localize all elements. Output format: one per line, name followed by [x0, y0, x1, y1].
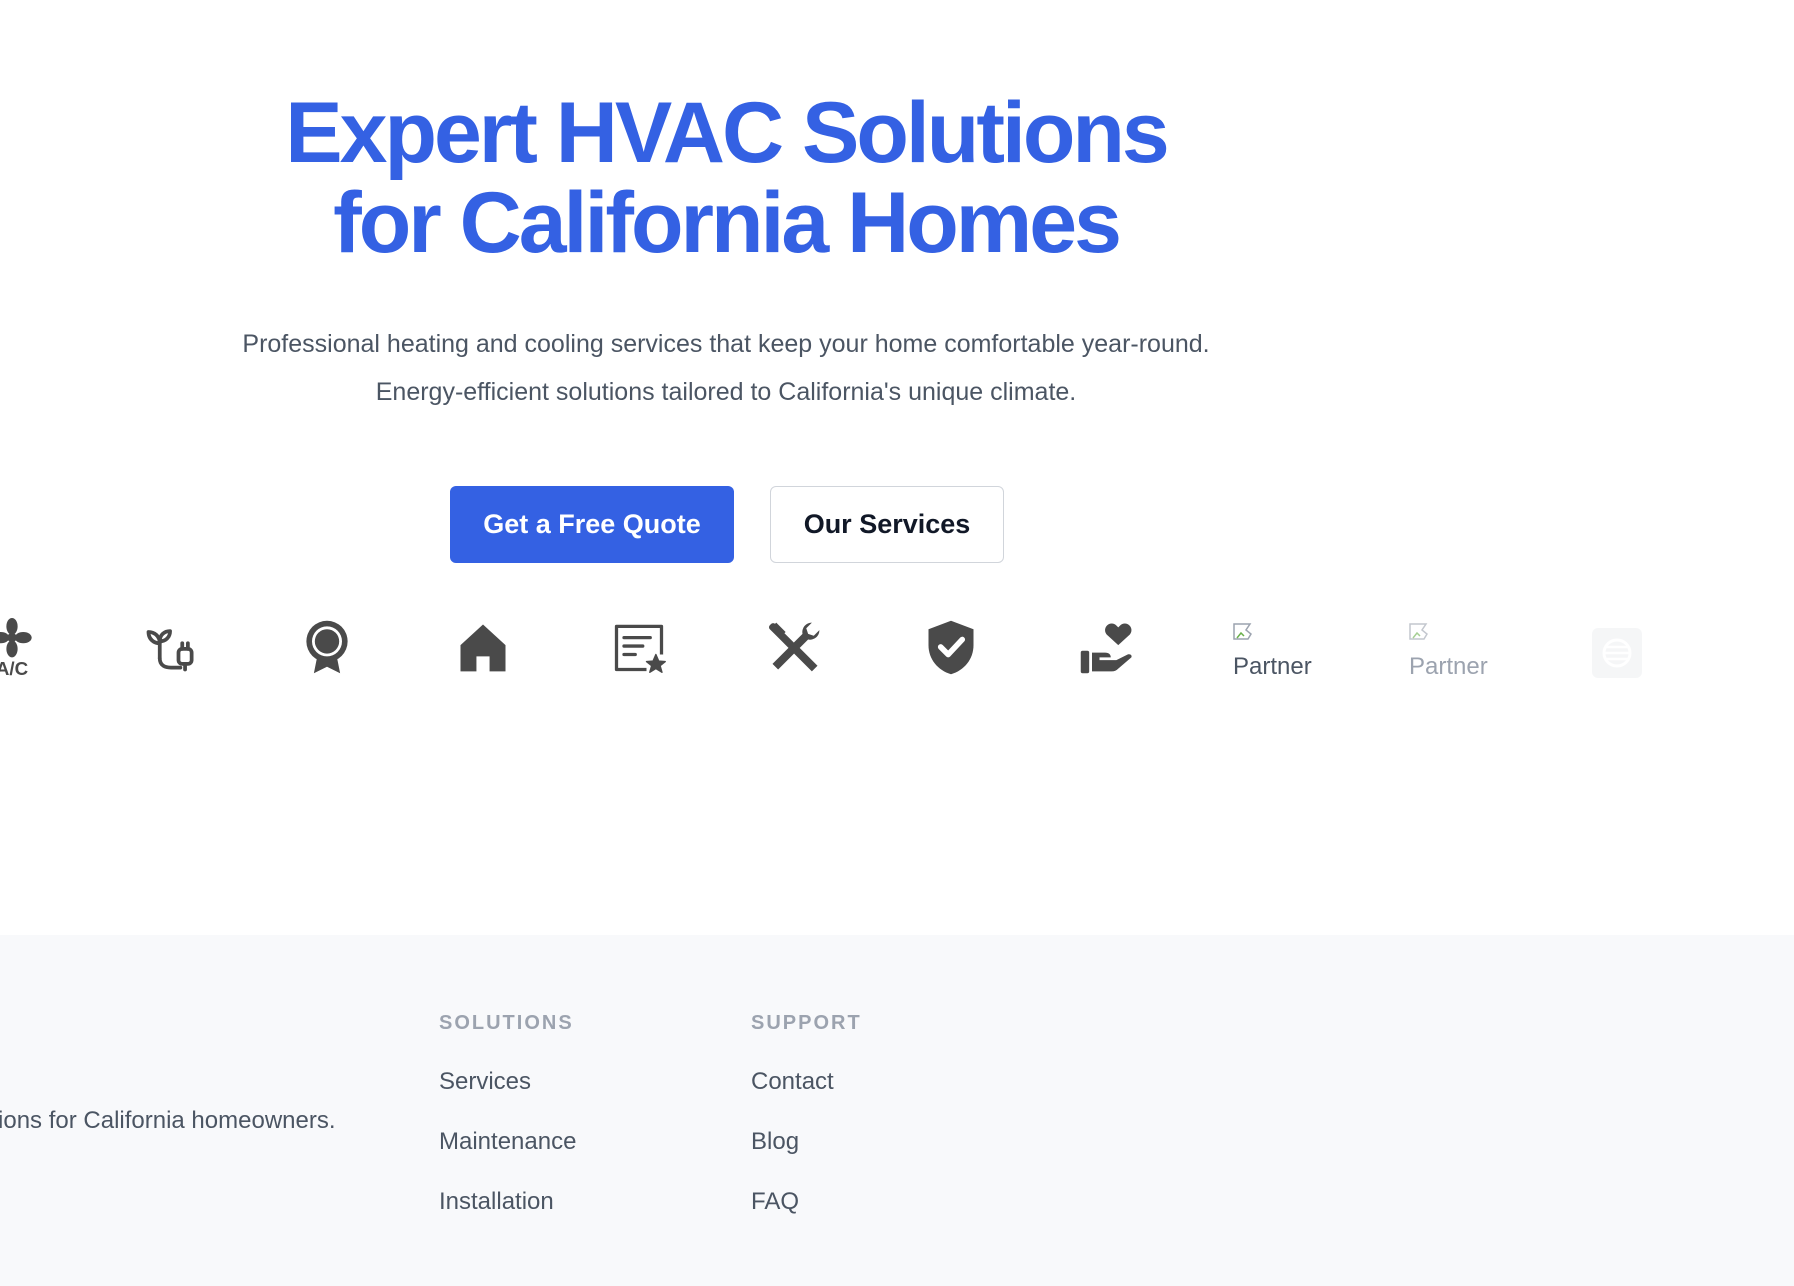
footer-support-column: SUPPORT Contact Blog FAQ: [751, 1011, 862, 1215]
tools-icon: [763, 615, 827, 679]
partner-logo: Partner: [1409, 623, 1509, 680]
footer-solutions-heading: SOLUTIONS: [439, 1012, 574, 1034]
hero-section: Expert HVAC Solutions for California Hom…: [0, 0, 1794, 935]
partner-logo: Partner: [1233, 623, 1333, 680]
footer-link-contact[interactable]: Contact: [751, 1068, 834, 1096]
award-ribbon-icon: [295, 615, 359, 679]
footer-description: utions for California homeowners.: [0, 1107, 336, 1134]
footer-link-faq[interactable]: FAQ: [751, 1188, 799, 1216]
hand-heart-icon: [1075, 615, 1139, 679]
get-free-quote-button[interactable]: Get a Free Quote: [450, 486, 734, 563]
certificate-icon: [607, 615, 671, 679]
hero-title-line2: for California Homes: [333, 175, 1122, 271]
ac-label: A/C: [0, 658, 29, 677]
shield-check-icon: [919, 615, 983, 679]
faded-globe-icon: [1592, 628, 1642, 678]
footer-link-services[interactable]: Services: [439, 1068, 531, 1096]
footer-support-heading: SUPPORT: [751, 1012, 862, 1034]
broken-image-icon: [1409, 623, 1428, 640]
broken-image-icon: [1233, 623, 1252, 640]
partner-logo-alt: Partner: [1233, 653, 1312, 680]
footer-link-maintenance[interactable]: Maintenance: [439, 1128, 576, 1156]
footer-link-blog[interactable]: Blog: [751, 1128, 799, 1156]
home-icon: [451, 615, 515, 679]
our-services-button[interactable]: Our Services: [770, 486, 1004, 563]
hero-title-line1: Expert HVAC Solutions: [285, 85, 1169, 181]
partner-logo-strip: A/C: [0, 615, 1794, 695]
site-footer: utions for California homeowners. SOLUTI…: [0, 935, 1794, 1286]
footer-link-installation[interactable]: Installation: [439, 1188, 554, 1216]
ac-fan-icon: A/C: [0, 615, 44, 679]
hero-subtitle: Professional heating and cooling service…: [242, 330, 1210, 406]
plant-plug-icon: [139, 615, 203, 679]
hero-title: Expert HVAC Solutions for California Hom…: [126, 88, 1326, 268]
partner-logo-alt: Partner: [1409, 653, 1488, 680]
footer-solutions-column: SOLUTIONS Services Maintenance Installat…: [439, 1011, 576, 1215]
